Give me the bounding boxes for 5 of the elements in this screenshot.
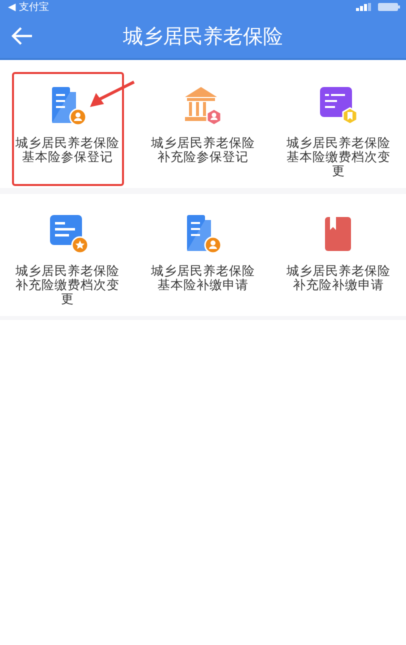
signal-icon [356, 3, 372, 11]
page-title: 城乡居民养老保险 [122, 22, 284, 50]
back-arrow-icon [11, 27, 33, 45]
service-tile[interactable]: 城乡居民养老保险基本险参保登记 [12, 72, 124, 186]
battery-icon [378, 3, 400, 11]
